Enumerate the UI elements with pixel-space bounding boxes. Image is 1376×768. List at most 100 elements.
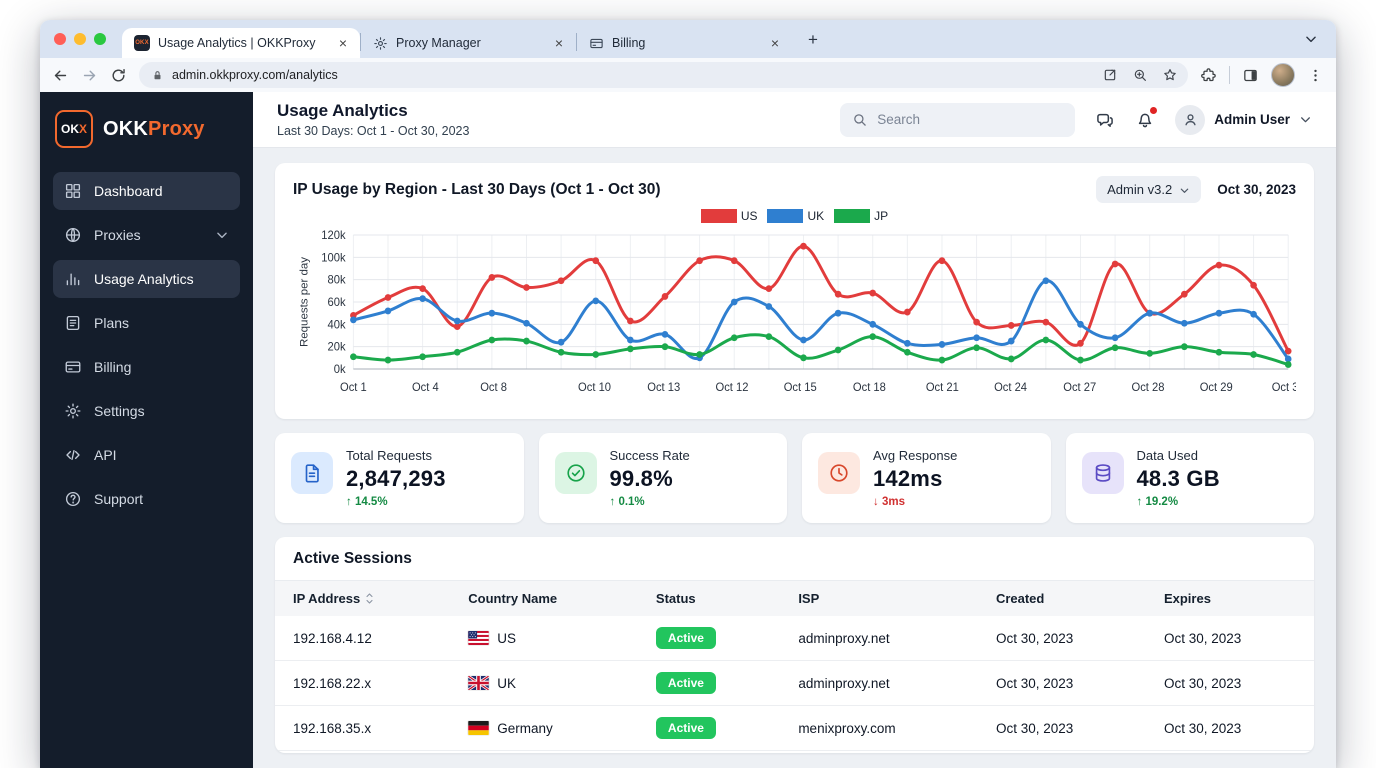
- column-header-expires: Expires: [1163, 591, 1211, 606]
- browser-tab-proxy-manager[interactable]: Proxy Manager ×: [361, 28, 576, 58]
- sidebar-item-label: Plans: [94, 315, 130, 331]
- svg-text:Oct 13: Oct 13: [647, 382, 680, 394]
- status-badge: Active: [655, 627, 716, 649]
- extensions-icon[interactable]: [1200, 67, 1217, 84]
- cell-expires: Oct 30, 2023: [1145, 705, 1314, 751]
- search-input[interactable]: [875, 111, 1064, 128]
- flag-us-icon: [468, 630, 490, 645]
- cell-isp: adminproxy.net: [780, 660, 978, 706]
- messages-icon[interactable]: [1095, 110, 1115, 130]
- browser-window: OKX Usage Analytics | OKKProxy × Proxy Mana…: [40, 20, 1336, 768]
- chart-date: Oct 30, 2023: [1217, 182, 1296, 197]
- sidebar-item-proxies[interactable]: Proxies: [53, 216, 240, 254]
- sidebar-item-settings[interactable]: Settings: [53, 392, 240, 430]
- cell-expires: Oct 30, 2023: [1145, 750, 1314, 753]
- notifications-bell-icon[interactable]: [1135, 106, 1158, 130]
- svg-text:Oct 15: Oct 15: [784, 382, 817, 394]
- svg-text:Oct 27: Oct 27: [1063, 382, 1096, 394]
- address-bar[interactable]: admin.okkproxy.com/analytics: [139, 62, 1188, 88]
- line-chart: 0k 20k 40k 60k 80k 100k 120k Oct 1 Oct 4 Oct 8 Oct…: [293, 223, 1296, 415]
- tab-title: Usage Analytics | OKKProxy: [158, 36, 316, 50]
- chart-bars-icon: [64, 270, 82, 288]
- code-icon: [64, 446, 82, 464]
- forward-icon[interactable]: [81, 67, 98, 84]
- tab-close-icon[interactable]: ×: [768, 35, 782, 51]
- search-icon: [852, 112, 867, 127]
- svg-text:Oct 28: Oct 28: [1131, 382, 1164, 394]
- tab-close-icon[interactable]: ×: [552, 35, 566, 51]
- stat-value: 142ms: [873, 466, 943, 491]
- cell-country-name: US: [497, 630, 517, 646]
- bookmark-star-icon[interactable]: [1162, 67, 1178, 83]
- cell-created: Oct 30, 2023: [995, 630, 1074, 646]
- svg-text:60k: 60k: [328, 297, 346, 309]
- stat-value: 2,847,293: [346, 466, 446, 491]
- minimize-window-button[interactable]: [74, 33, 86, 45]
- legend-swatch: [834, 209, 871, 223]
- svg-text:20k: 20k: [328, 342, 346, 354]
- share-icon[interactable]: [1102, 67, 1118, 83]
- usage-chart-card: IP Usage by Region - Last 30 Days (Oct 1…: [275, 163, 1314, 419]
- credit-card-icon: [589, 36, 604, 51]
- document-icon: [291, 452, 333, 494]
- sidebar-item-billing[interactable]: Billing: [53, 348, 240, 386]
- sidebar-item-plans[interactable]: Plans: [53, 304, 240, 342]
- user-menu[interactable]: Admin User: [1175, 104, 1312, 135]
- stat-card-success-rate: Success Rate 99.8% ↑ 0.1%: [538, 433, 787, 523]
- cell-ip-address: 192.168.22.x: [275, 660, 451, 706]
- back-icon[interactable]: [52, 67, 69, 84]
- status-badge: Active: [655, 717, 716, 739]
- admin-version-dropdown[interactable]: Admin v3.2: [1096, 176, 1202, 203]
- user-avatar-icon: [1175, 104, 1206, 135]
- user-name: Admin User: [1214, 112, 1290, 127]
- svg-text:Oct 12: Oct 12: [715, 382, 748, 394]
- legend-item-us: US: [700, 209, 757, 223]
- sidebar-item-usage-analytics[interactable]: Usage Analytics: [53, 260, 240, 298]
- tab-close-icon[interactable]: ×: [336, 35, 350, 51]
- search-in-page-icon[interactable]: [1132, 67, 1148, 83]
- new-tab-button[interactable]: +: [802, 29, 824, 50]
- gear-icon: [64, 402, 82, 420]
- status-badge: Active: [655, 672, 716, 694]
- browser-tab-billing[interactable]: Billing ×: [577, 28, 792, 58]
- table-row: 192.168.19.xJapanActiveadminproxy.netOct…: [275, 750, 1314, 753]
- gear-icon: [373, 36, 388, 51]
- tab-search-chevron-icon[interactable]: [1304, 32, 1318, 46]
- sidebar-item-support[interactable]: Support: [53, 480, 240, 518]
- browser-profile-avatar[interactable]: [1271, 63, 1295, 87]
- cell-isp: adminproxy.net: [798, 630, 890, 646]
- check-circle-icon: [554, 452, 597, 494]
- svg-text:Oct 4: Oct 4: [412, 382, 439, 394]
- stat-value: 99.8%: [609, 466, 673, 491]
- cell-created: Oct 30, 2023: [977, 705, 1146, 751]
- stat-card-data-used: Data Used 48.3 GB ↑ 19.2%: [1065, 433, 1314, 523]
- cell-status: Active: [637, 705, 781, 751]
- credit-card-icon: [64, 358, 82, 376]
- okx-favicon-icon: OKX: [134, 35, 150, 51]
- sort-icon[interactable]: [364, 592, 375, 605]
- cell-expires: Oct 30, 2023: [1145, 660, 1314, 706]
- sidebar-nav: Dashboard Proxies Usage Analytics Plans Bill…: [53, 172, 240, 524]
- svg-text:Oct 1: Oct 1: [340, 382, 367, 394]
- close-window-button[interactable]: [54, 33, 66, 45]
- sidebar-item-label: Settings: [94, 403, 145, 419]
- url-text: admin.okkproxy.com/analytics: [172, 68, 338, 82]
- legend-label: UK: [807, 209, 825, 223]
- reload-icon[interactable]: [110, 67, 127, 84]
- maximize-window-button[interactable]: [94, 33, 106, 45]
- stat-value: 48.3 GB: [1136, 466, 1220, 491]
- cell-country-name: Germany: [497, 720, 553, 736]
- svg-text:Oct 30: Oct 30: [1272, 382, 1296, 394]
- column-header-country-name: Country Name: [468, 591, 558, 606]
- sidebar-item-dashboard[interactable]: Dashboard: [53, 172, 240, 210]
- browser-menu-kebab-icon[interactable]: [1307, 67, 1324, 84]
- stat-label: Avg Response: [873, 448, 958, 463]
- brand-logo[interactable]: OK X OKKProxy: [53, 108, 240, 172]
- sidebar-item-api[interactable]: API: [53, 436, 240, 474]
- search-box[interactable]: [840, 102, 1076, 137]
- stat-card-avg-response: Avg Response 142ms ↓ 3ms: [802, 433, 1051, 523]
- browser-tab-usage-analytics-okkproxy[interactable]: OKX Usage Analytics | OKKProxy ×: [122, 28, 360, 58]
- side-panel-icon[interactable]: [1242, 67, 1259, 84]
- column-header-ip-address[interactable]: IP Address: [275, 581, 450, 616]
- page-subtitle: Last 30 Days: Oct 1 - Oct 30, 2023: [277, 124, 470, 138]
